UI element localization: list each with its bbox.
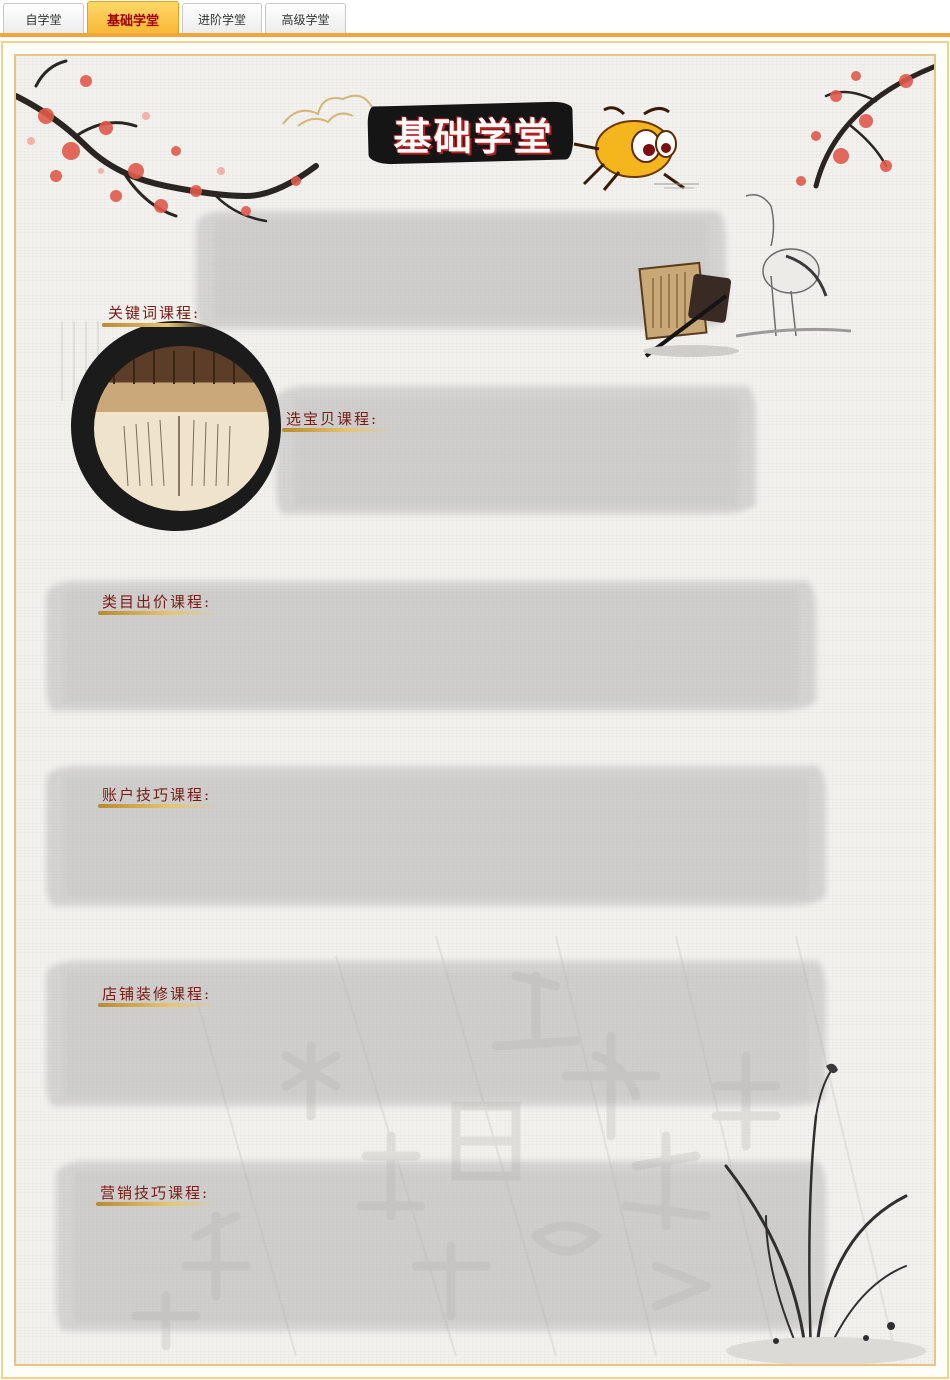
book-photo <box>94 346 269 511</box>
tab-bar-underline <box>0 33 950 37</box>
ant-mascot-icon <box>573 106 699 191</box>
content-frame: 基础学堂 关键词课程: 选宝贝课程: 类目出价课程: 账户技巧课程: 店铺装修课… <box>1 41 949 1379</box>
section-label-marketing-skills-course: 营销技巧课程: <box>100 1184 210 1202</box>
section-label-account-skills-course: 账户技巧课程: <box>102 786 212 804</box>
section-underline <box>98 611 218 615</box>
section-underline <box>96 1202 216 1206</box>
plum-blossom-right-decoration <box>796 64 934 189</box>
tab-bar: 自学堂 基础学堂 进阶学堂 高级学堂 <box>0 0 950 38</box>
ancient-book-decoration <box>638 261 739 358</box>
section-label-category-bid-course: 类目出价课程: <box>102 593 212 611</box>
tab-gaoji-xuetang[interactable]: 高级学堂 <box>265 3 346 34</box>
section-underline <box>98 1003 218 1007</box>
crane-decoration <box>736 194 852 338</box>
section-label-shop-decoration-course: 店铺装修课程: <box>102 985 212 1003</box>
section-underline <box>102 323 212 327</box>
paper-background: 基础学堂 关键词课程: 选宝贝课程: 类目出价课程: 账户技巧课程: 店铺装修课… <box>14 54 936 1366</box>
tab-jichu-xuetang[interactable]: 基础学堂 <box>87 1 179 36</box>
book-photo-detail <box>113 351 235 496</box>
tab-jinjie-xuetang[interactable]: 进阶学堂 <box>182 3 262 34</box>
section-label-keyword-course: 关键词课程: <box>108 304 201 322</box>
orchid-decoration <box>724 1063 926 1364</box>
plum-blossom-left-decoration <box>16 59 319 223</box>
course-area-select-product <box>276 386 756 514</box>
section-underline <box>282 428 392 432</box>
page-title: 基础学堂 <box>393 114 554 159</box>
section-underline <box>98 804 218 808</box>
section-label-select-product-course: 选宝贝课程: <box>286 410 379 428</box>
tab-zixuetang[interactable]: 自学堂 <box>3 3 84 34</box>
cloud-decoration <box>282 94 374 127</box>
